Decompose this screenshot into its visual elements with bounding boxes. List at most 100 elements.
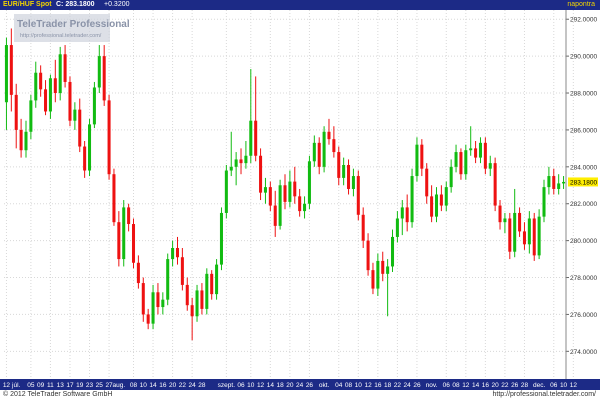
candle: [483, 137, 487, 175]
candle-body: [513, 212, 517, 252]
candle-body: [88, 124, 92, 171]
candle-body: [9, 45, 13, 95]
candle-body: [381, 260, 385, 274]
candle-body: [39, 72, 43, 90]
candle-body: [73, 109, 77, 121]
candle-body: [351, 176, 355, 189]
candle-body: [312, 142, 316, 162]
candle: [464, 144, 468, 180]
y-tick-label: 278.0000: [570, 275, 597, 282]
x-tick-label: 12: [364, 382, 372, 389]
candle-body: [434, 194, 439, 217]
candle: [259, 148, 263, 201]
x-tick-label: dec.: [533, 382, 545, 389]
candle: [73, 102, 77, 130]
candle: [547, 166, 551, 195]
candle-body: [48, 78, 52, 112]
candle-body: [117, 222, 121, 260]
candle: [493, 157, 497, 212]
candle-body: [410, 176, 414, 223]
candle: [112, 168, 116, 226]
candle-body: [224, 170, 228, 213]
candle-body: [518, 212, 522, 232]
candle-body: [229, 166, 233, 171]
y-axis: 274.0000 276.0000 278.0000 280.0000 282.0000…: [565, 10, 598, 379]
candle-body: [474, 148, 478, 158]
candle: [166, 253, 170, 306]
candle: [332, 126, 336, 158]
candle: [361, 207, 365, 249]
candle-body: [293, 181, 297, 197]
candle-body: [131, 224, 136, 263]
x-tick-label: 26: [511, 382, 519, 389]
footer-url-link[interactable]: http://professional.teletrader.com/: [493, 390, 597, 400]
candle: [190, 297, 194, 341]
candle: [156, 283, 160, 315]
x-tick-label: 08: [130, 382, 138, 389]
candle: [434, 187, 439, 223]
candle-body: [273, 205, 277, 226]
x-tick-label: 24: [404, 382, 412, 389]
candle-body: [19, 129, 23, 151]
candle-body: [493, 163, 497, 206]
candle: [337, 146, 341, 186]
copyright-text: © 2012 TeleTrader Software GmbH: [3, 391, 113, 398]
x-tick-label: 22: [179, 382, 187, 389]
x-tick-label: júl.: [11, 382, 21, 389]
candle-body: [161, 299, 165, 308]
x-tick-label: 12: [462, 382, 470, 389]
candle-body: [317, 142, 321, 167]
candle-body: [298, 196, 302, 212]
candle-body: [376, 260, 380, 289]
candle-body: [439, 194, 443, 206]
candle-body: [215, 264, 219, 295]
candle: [254, 76, 258, 162]
candle: [249, 69, 253, 164]
candle: [219, 207, 223, 271]
x-tick-label: 16: [374, 382, 382, 389]
candle-body: [327, 131, 331, 140]
candle-body: [200, 290, 204, 309]
candle: [518, 207, 522, 237]
candle-body: [322, 131, 326, 167]
candlestick-chart[interactable]: TeleTrader Professional http://professio…: [0, 0, 600, 390]
y-tick-label: 276.0000: [570, 312, 597, 319]
candle-body: [449, 166, 453, 188]
candle-body: [395, 218, 399, 237]
candle-body: [239, 159, 243, 164]
candle-body: [136, 262, 140, 284]
candle: [293, 166, 297, 204]
candle-body: [425, 168, 429, 197]
candle: [298, 188, 302, 217]
candle: [244, 140, 248, 169]
candle-body: [400, 207, 404, 219]
candle-body: [53, 78, 57, 94]
x-tick-label: 11: [47, 382, 54, 389]
watermark-url: http://professional.teletrader.com/: [20, 33, 102, 39]
x-tick-label: 26: [413, 382, 421, 389]
x-tick-label: 28: [521, 382, 529, 389]
candle-body: [347, 164, 351, 189]
candle: [415, 137, 419, 182]
candle-body: [537, 216, 541, 256]
x-tick-label: 10: [355, 382, 363, 389]
candle: [4, 37, 8, 130]
x-tick-label: 17: [66, 382, 74, 389]
candle: [400, 200, 404, 236]
x-tick-label: 09: [37, 382, 45, 389]
candle: [151, 284, 155, 330]
candle-body: [444, 187, 448, 206]
candle: [102, 45, 106, 106]
candle: [288, 170, 292, 208]
watermark-brand: TeleTrader Professional: [17, 19, 130, 30]
x-tick-label: 10: [560, 382, 568, 389]
candle: [356, 170, 360, 221]
candle: [537, 209, 541, 260]
candle-body: [522, 231, 526, 245]
candle: [488, 155, 492, 177]
candle: [420, 139, 424, 177]
candle-body: [342, 164, 346, 178]
x-tick-label: 24: [296, 382, 304, 389]
x-tick-label: 26: [306, 382, 314, 389]
candle-body: [454, 152, 458, 167]
